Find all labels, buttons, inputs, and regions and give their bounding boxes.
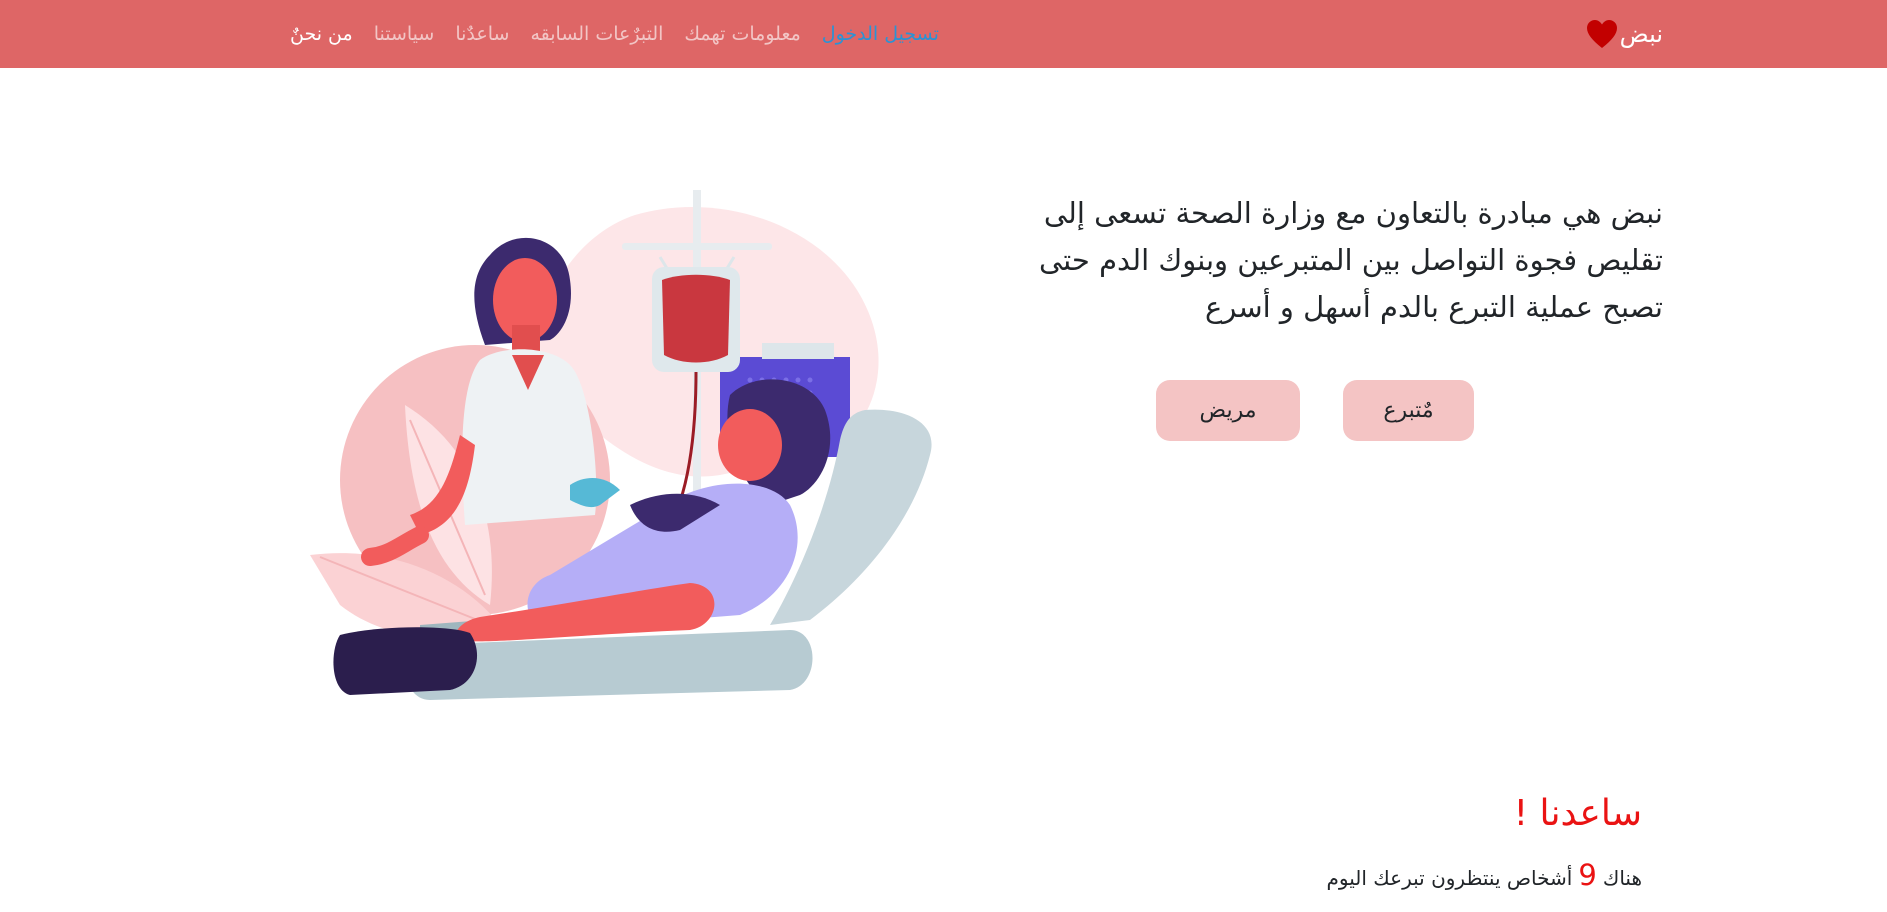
waiting-prefix: هناك xyxy=(1602,866,1642,890)
hero-description: نبض هي مبادرة بالتعاون مع وزارة الصحة تس… xyxy=(1039,196,1663,324)
nav-links: من نحنٌ سياستنا ساعدٌنا التبرٌعات السابق… xyxy=(290,0,954,68)
patient-button[interactable]: مريض xyxy=(1156,380,1300,441)
brand-label: نبض xyxy=(1619,20,1663,48)
brand-link[interactable]: نبض xyxy=(1586,0,1663,68)
nurse-glove xyxy=(570,478,620,508)
patient-legs xyxy=(333,627,478,695)
nav-link-login[interactable]: تسجيل الدخول xyxy=(822,23,939,45)
waiting-count: 9 xyxy=(1578,858,1597,892)
heart-icon xyxy=(1586,20,1617,48)
top-navbar: نبض من نحنٌ سياستنا ساعدٌنا التبرٌعات ال… xyxy=(0,0,1887,68)
nav-link-about[interactable]: من نحنٌ xyxy=(290,23,353,45)
donor-button[interactable]: مٌتبرع xyxy=(1343,380,1474,441)
nav-link-useful-info[interactable]: معلومات تهمك xyxy=(684,23,800,45)
help-us-heading: ساعدنا ! xyxy=(1513,793,1642,834)
waiting-suffix: أشخاص ينتظرون تبرعك اليوم xyxy=(1326,866,1573,890)
patient-face xyxy=(718,409,782,481)
nav-link-help-us[interactable]: ساعدٌنا xyxy=(455,23,509,45)
waiting-count-line: هناك9أشخاص ينتظرون تبرعك اليوم xyxy=(1327,858,1642,892)
nav-link-previous-donations[interactable]: التبرٌعات السابقه xyxy=(530,23,663,45)
blood-donation-illustration xyxy=(310,190,932,700)
nav-link-policies[interactable]: سياستنا xyxy=(374,23,435,45)
